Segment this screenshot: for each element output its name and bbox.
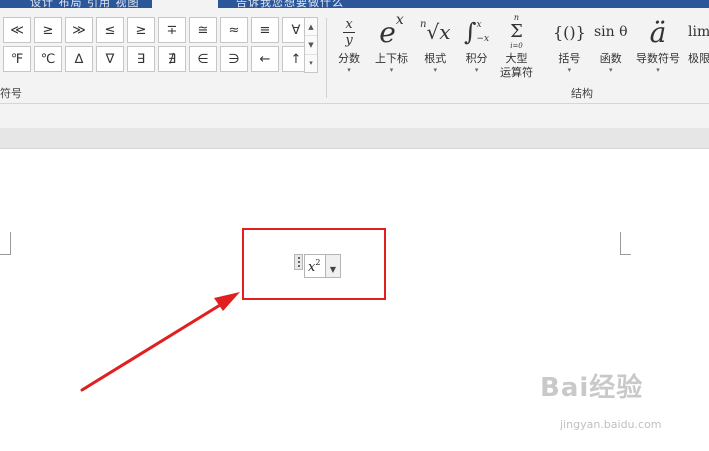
watermark-logo: Bai经验 [540, 373, 644, 403]
watermark-url: jingyan.baidu.com [560, 418, 662, 431]
baidu-jingyan-watermark: Bai经验 jingyan.baidu.com [540, 374, 700, 434]
arrow-shaft [80, 300, 227, 392]
arrow-head [214, 292, 240, 311]
